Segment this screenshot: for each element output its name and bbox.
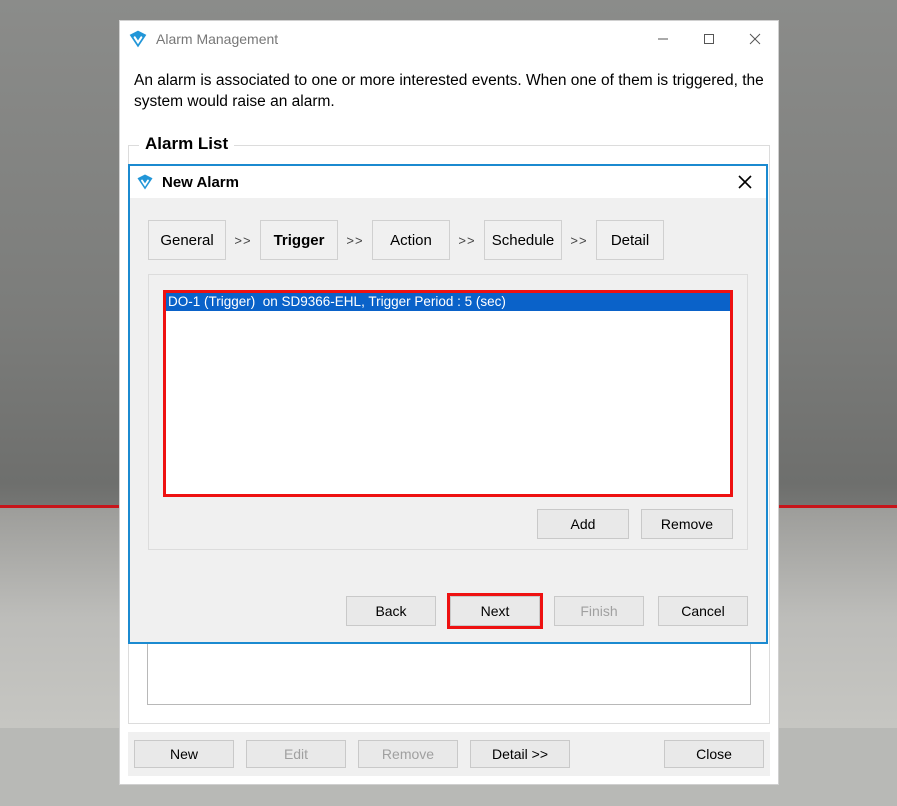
bottom-button-bar: New Edit Remove Detail >> Close (128, 732, 770, 776)
description-text: An alarm is associated to one or more in… (120, 57, 778, 123)
remove-button: Remove (358, 740, 458, 768)
detail-button[interactable]: Detail >> (470, 740, 570, 768)
wizard-button-bar: Back Next Finish Cancel (130, 596, 766, 626)
app-logo-icon (128, 29, 148, 49)
cancel-button[interactable]: Cancel (658, 596, 748, 626)
step-action[interactable]: Action (372, 220, 450, 260)
back-button[interactable]: Back (346, 596, 436, 626)
maximize-button[interactable] (686, 21, 732, 57)
wizard-steps: General >> Trigger >> Action >> Schedule… (130, 198, 766, 270)
dialog-titlebar: New Alarm (130, 166, 766, 198)
close-button[interactable] (732, 21, 778, 57)
step-trigger[interactable]: Trigger (260, 220, 338, 260)
window-title: Alarm Management (156, 31, 640, 47)
list-item[interactable]: DO-1 (Trigger) on SD9366-EHL, Trigger Pe… (164, 291, 732, 311)
new-alarm-dialog: New Alarm General >> Trigger >> Action >… (128, 164, 768, 644)
trigger-content-group: DO-1 (Trigger) on SD9366-EHL, Trigger Pe… (148, 274, 748, 550)
step-sep: >> (338, 233, 372, 248)
step-sep: >> (450, 233, 484, 248)
new-button[interactable]: New (134, 740, 234, 768)
remove-trigger-button[interactable]: Remove (641, 509, 733, 539)
step-detail[interactable]: Detail (596, 220, 664, 260)
trigger-list[interactable]: DO-1 (Trigger) on SD9366-EHL, Trigger Pe… (163, 290, 733, 497)
next-button[interactable]: Next (450, 596, 540, 626)
step-general[interactable]: General (148, 220, 226, 260)
titlebar: Alarm Management (120, 21, 778, 57)
close-window-button[interactable]: Close (664, 740, 764, 768)
edit-button: Edit (246, 740, 346, 768)
dialog-close-button[interactable] (724, 175, 766, 189)
finish-button: Finish (554, 596, 644, 626)
step-sep: >> (562, 233, 596, 248)
alarm-list-legend: Alarm List (139, 134, 234, 154)
add-button[interactable]: Add (537, 509, 629, 539)
minimize-button[interactable] (640, 21, 686, 57)
step-sep: >> (226, 233, 260, 248)
app-logo-icon (136, 173, 154, 191)
dialog-title: New Alarm (162, 174, 724, 191)
step-schedule[interactable]: Schedule (484, 220, 562, 260)
